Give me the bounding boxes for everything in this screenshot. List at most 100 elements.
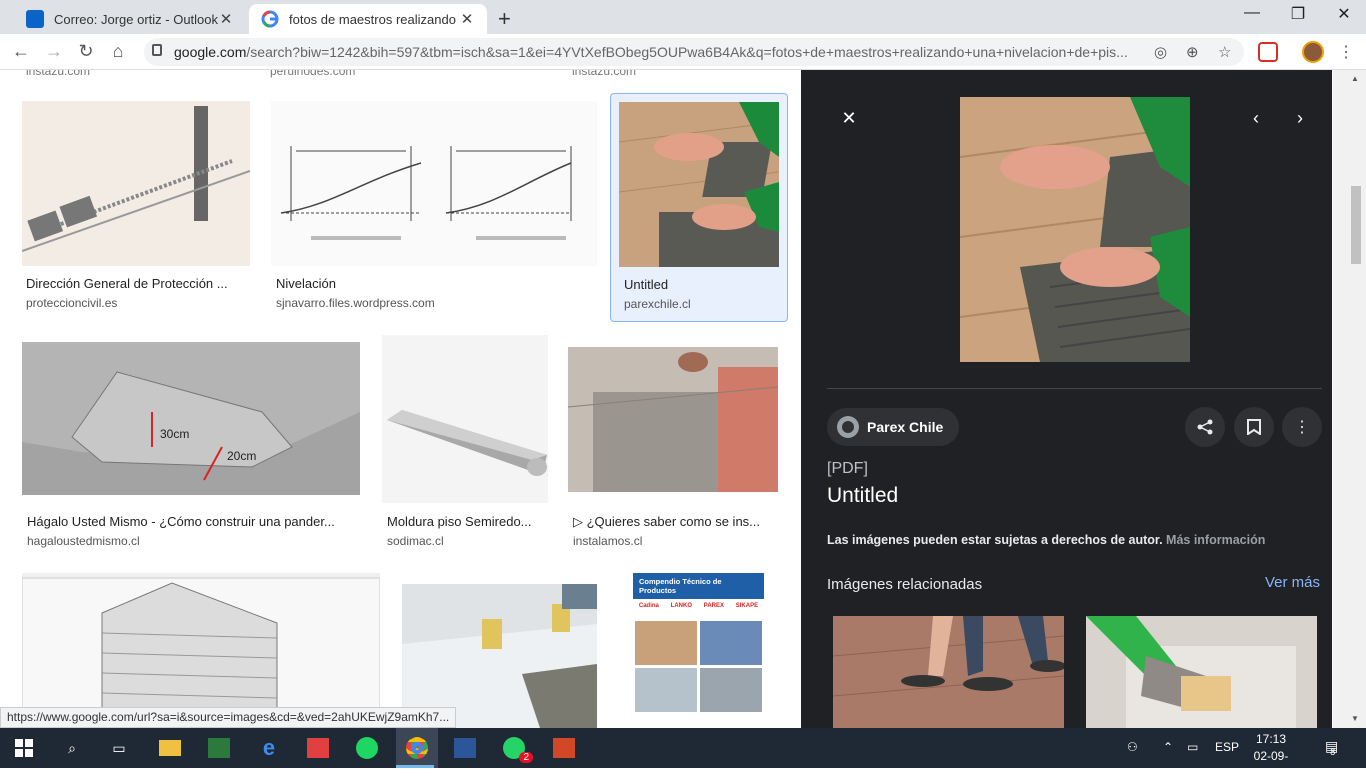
task-view-icon[interactable]: ▭ — [107, 736, 131, 760]
share-button[interactable] — [1185, 407, 1225, 447]
save-button[interactable] — [1234, 407, 1274, 447]
tab-title: fotos de maestros realizando una — [289, 11, 459, 27]
brand-label: Cadina — [638, 603, 659, 609]
result-image[interactable]: 30cm 20cm — [22, 342, 360, 495]
scroll-down-icon[interactable]: ▼ — [1351, 714, 1359, 723]
result-image[interactable] — [22, 573, 380, 728]
windows-start-icon[interactable] — [12, 736, 36, 760]
close-panel-icon[interactable]: ✕ — [837, 108, 861, 129]
tab-outlook[interactable]: Correo: Jorge ortiz - Outlook ✕ — [14, 4, 246, 34]
next-image-icon[interactable]: › — [1288, 108, 1312, 129]
reload-button[interactable]: ↻ — [75, 41, 97, 62]
related-image[interactable] — [1086, 616, 1317, 728]
address-bar[interactable]: google.com/search?biw=1242&bih=597&tbm=i… — [144, 38, 1244, 66]
gift-app-icon[interactable] — [306, 736, 330, 760]
chrome-menu-icon[interactable]: ⋮ — [1338, 42, 1354, 62]
result-card[interactable]: Dirección General de Protección ... prot… — [22, 101, 252, 321]
people-icon[interactable]: ⚇ — [1127, 740, 1138, 754]
image-preview-panel: ✕ ‹ › Parex Chile ⋮ [PDF] Untitled Las i… — [801, 70, 1332, 728]
spotify-icon[interactable] — [355, 736, 379, 760]
previous-image-icon[interactable]: ‹ — [1244, 108, 1268, 129]
chrome-icon[interactable] — [405, 736, 429, 760]
related-image[interactable] — [833, 616, 1064, 728]
preview-title[interactable]: Untitled — [827, 484, 898, 508]
address-url[interactable]: google.com/search?biw=1242&bih=597&tbm=i… — [174, 44, 1134, 60]
file-explorer-icon[interactable] — [158, 736, 182, 760]
browser-toolbar: ← → ↻ ⌂ google.com/search?biw=1242&bih=5… — [0, 34, 1366, 70]
preview-image[interactable] — [960, 97, 1190, 362]
more-info-link[interactable]: Más información — [1166, 533, 1265, 547]
scroll-thumb[interactable] — [1351, 186, 1361, 264]
notifications-icon[interactable]: ▤8 — [1325, 738, 1343, 757]
more-options-button[interactable]: ⋮ — [1282, 407, 1322, 447]
result-title[interactable]: Dirección General de Protección ... — [26, 276, 248, 291]
close-tab-icon[interactable]: ✕ — [218, 10, 234, 28]
close-tab-icon[interactable]: ✕ — [459, 10, 475, 28]
result-card[interactable]: Compendio Técnico de Productos Cadina LA… — [633, 573, 765, 728]
whatsapp-icon[interactable]: 2 — [502, 736, 533, 763]
result-image[interactable] — [271, 101, 597, 266]
prev-source: instazu.com — [26, 70, 91, 78]
tab-strip: Correo: Jorge ortiz - Outlook ✕ fotos de… — [0, 0, 1366, 34]
outlook-icon — [26, 10, 44, 28]
page-scrollbar[interactable]: ▲ ▼ — [1333, 70, 1366, 728]
show-hidden-icons[interactable]: ⌃ — [1163, 740, 1173, 754]
result-title[interactable]: Nivelación — [276, 276, 576, 291]
zoom-icon[interactable]: ⊕ — [1186, 43, 1199, 61]
lock-icon — [152, 44, 162, 56]
result-image[interactable] — [619, 102, 779, 267]
related-heading: Imágenes relacionadas — [827, 576, 983, 593]
image-results: instazu.com peruinodes.com instazu.com D… — [0, 70, 800, 728]
result-domain: sjnavarro.files.wordpress.com — [276, 296, 435, 310]
location-icon[interactable]: ◎ — [1154, 43, 1167, 61]
powerpoint-icon[interactable] — [552, 736, 576, 760]
result-card-selected[interactable]: Untitled parexchile.cl — [610, 93, 788, 322]
forward-button[interactable]: → — [43, 41, 65, 62]
result-image[interactable]: Compendio Técnico de Productos Cadina LA… — [633, 573, 764, 728]
bookmark-icon — [1247, 419, 1261, 435]
result-card[interactable]: Moldura piso Semiredo... sodimac.cl — [382, 335, 550, 550]
avatar[interactable] — [1302, 41, 1324, 63]
result-title[interactable]: Moldura piso Semiredo... — [387, 514, 547, 529]
result-title[interactable]: Hágalo Usted Mismo - ¿Cómo construir una… — [27, 514, 357, 529]
edge-icon[interactable]: e — [257, 735, 281, 760]
tab-google-images[interactable]: fotos de maestros realizando una ✕ — [249, 4, 487, 34]
project-icon[interactable] — [207, 736, 231, 760]
result-card[interactable]: 30cm 20cm Hágalo Usted Mismo - ¿Cómo con… — [22, 335, 362, 550]
result-image[interactable] — [22, 101, 250, 266]
clock[interactable]: 17:13 02-09-2019 — [1246, 731, 1296, 782]
dimension-label: 20cm — [227, 449, 256, 463]
back-button[interactable]: ← — [10, 41, 32, 62]
close-window-button[interactable]: ✕ — [1321, 4, 1366, 24]
prev-source: instazu.com — [572, 70, 637, 78]
word-icon[interactable] — [453, 736, 477, 760]
globe-icon — [837, 416, 859, 438]
result-image[interactable] — [382, 335, 548, 503]
result-title[interactable]: Untitled — [624, 277, 774, 292]
result-card[interactable] — [22, 573, 382, 728]
see-more-link[interactable]: Ver más — [1265, 574, 1320, 591]
bookmark-star-icon[interactable]: ☆ — [1218, 43, 1231, 61]
minimize-button[interactable]: — — [1229, 4, 1275, 22]
page-content: instazu.com peruinodes.com instazu.com D… — [0, 70, 1366, 728]
source-chip[interactable]: Parex Chile — [827, 408, 960, 446]
result-title[interactable]: ▷ ¿Quieres saber como se ins... — [573, 514, 778, 530]
result-image[interactable] — [568, 347, 778, 492]
maximize-button[interactable]: ❐ — [1275, 4, 1321, 24]
new-tab-button[interactable]: + — [498, 6, 511, 32]
source-name: Parex Chile — [867, 419, 944, 435]
network-icon[interactable]: ▭ — [1187, 740, 1198, 754]
clock-time: 17:13 — [1255, 732, 1287, 746]
home-button[interactable]: ⌂ — [107, 41, 129, 62]
brochure-title: Compendio Técnico de Productos — [633, 573, 764, 599]
language-indicator[interactable]: ESP — [1215, 740, 1239, 754]
result-card[interactable]: Nivelación sjnavarro.files.wordpress.com — [271, 101, 599, 321]
result-card[interactable]: ▷ ¿Quieres saber como se ins... instalam… — [568, 335, 780, 550]
brand-label: PAREX — [703, 603, 724, 609]
scroll-up-icon[interactable]: ▲ — [1351, 74, 1359, 83]
search-icon[interactable]: ⌕ — [60, 736, 84, 760]
extension-icon[interactable] — [1258, 42, 1278, 62]
windows-taskbar: ⌕ ▭ e 2 ⚇ ⌃ ▭ ESP 17:13 02-09-2019 ▤8 — [0, 728, 1366, 780]
more-vert-icon: ⋮ — [1294, 419, 1310, 436]
clock-date: 02-09-2019 — [1253, 749, 1289, 780]
